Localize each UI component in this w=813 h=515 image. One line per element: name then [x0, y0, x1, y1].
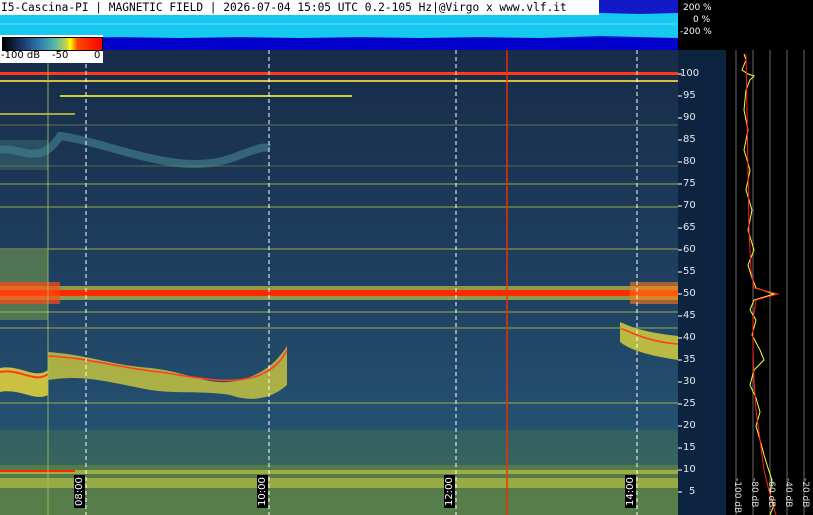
freq-tick-10: 10 — [683, 464, 696, 475]
amp-label-200: 200 % — [683, 3, 712, 13]
frequency-axis: 100 95 90 85 80 75 70 65 60 55 50 45 40 … — [678, 50, 726, 515]
colorbar-label-min: -100 dB — [1, 50, 41, 61]
mains-100hz-line — [0, 72, 678, 75]
colorbar: -100 dB -50 0 — [0, 35, 103, 63]
amp-label-minus-200: -200 % — [680, 27, 712, 37]
freq-tick-90: 90 — [683, 112, 696, 123]
colorbar-gradient — [2, 37, 103, 51]
freq-tick-20: 20 — [683, 420, 696, 431]
freq-tick-25: 25 — [683, 398, 696, 409]
profile-tick-minus-40: -40 dB — [783, 478, 793, 508]
time-label-1000: 10:00 — [257, 475, 268, 508]
profile-tick-minus-60: -60 dB — [766, 478, 776, 508]
freq-tick-50: 50 — [683, 288, 696, 299]
freq-tick-15: 15 — [683, 442, 696, 453]
freq-tick-5: 5 — [689, 486, 696, 497]
amp-label-0: 0 % — [693, 15, 711, 25]
freq-tick-75: 75 — [683, 178, 696, 189]
freq-tick-95: 95 — [683, 90, 696, 101]
freq-tick-55: 55 — [683, 266, 696, 277]
freq-tick-70: 70 — [683, 200, 696, 211]
spectrogram — [0, 50, 678, 515]
colorbar-label-max: 0 — [94, 50, 101, 61]
freq-tick-100: 100 — [680, 68, 700, 79]
time-label-1400: 14:00 — [625, 475, 636, 508]
colorbar-label-mid: -50 — [52, 50, 69, 61]
freq-tick-30: 30 — [683, 376, 696, 387]
freq-tick-45: 45 — [683, 310, 696, 321]
freq-tick-85: 85 — [683, 134, 696, 145]
freq-tick-60: 60 — [683, 244, 696, 255]
profile-tick-minus-80: -80 dB — [749, 478, 759, 508]
mains-50hz-line — [0, 290, 678, 296]
time-label-1200: 12:00 — [444, 475, 455, 508]
page-title: I5-Cascina-PI | MAGNETIC FIELD | 2026-07… — [0, 0, 599, 15]
freq-tick-40: 40 — [683, 332, 696, 343]
time-label-0800: 08:00 — [74, 475, 85, 508]
freq-tick-80: 80 — [683, 156, 696, 167]
profile-tick-minus-20: -20 dB — [800, 478, 810, 508]
spectral-profile-panel: -100 dB -80 dB -60 dB -40 dB -20 dB — [726, 50, 813, 515]
freq-tick-65: 65 — [683, 222, 696, 233]
freq-tick-35: 35 — [683, 354, 696, 365]
profile-tick-minus-100: -100 dB — [732, 478, 742, 514]
